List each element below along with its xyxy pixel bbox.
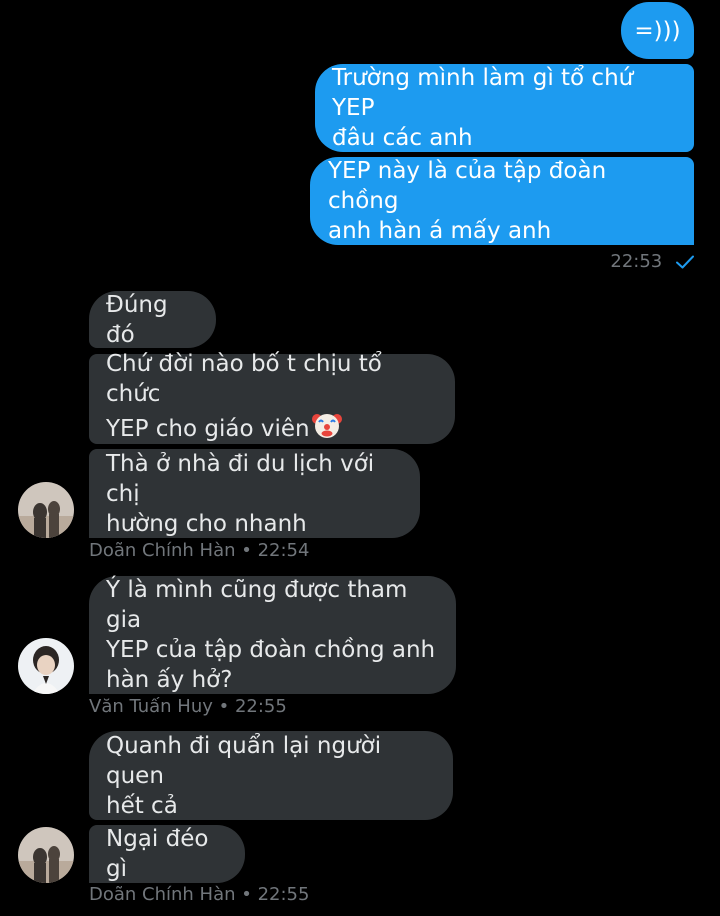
message-text: =))) <box>634 17 681 44</box>
message-text: Đúng đó <box>106 291 168 348</box>
outgoing-message-bubble[interactable]: =))) <box>621 2 694 59</box>
avatar-icon <box>18 482 74 538</box>
incoming-message-bubble[interactable]: Thà ở nhà đi du lịch với chị hường cho n… <box>89 449 420 538</box>
outgoing-timestamp-row: 22:53 <box>610 251 694 273</box>
incoming-message-bubble[interactable]: Ngại đéo gì <box>89 825 245 883</box>
message-text: Trường mình làm gì tổ chứ YEP đâu các an… <box>332 65 634 151</box>
clown-face-icon <box>311 409 343 449</box>
message-text: Chứ đời nào bố t chịu tổ chức YEP cho gi… <box>106 349 438 449</box>
outgoing-message-bubble[interactable]: YEP này là của tập đoàn chồng anh hàn á … <box>310 157 694 245</box>
avatar-icon <box>18 827 74 883</box>
sender-meta: Văn Tuấn Huy • 22:55 <box>89 696 287 717</box>
avatar[interactable] <box>18 638 74 694</box>
incoming-message-bubble[interactable]: Ý là mình cũng được tham gia YEP của tập… <box>89 576 456 694</box>
sender-meta: Doãn Chính Hàn • 22:55 <box>89 884 310 905</box>
message-text: Thà ở nhà đi du lịch với chị hường cho n… <box>106 450 375 537</box>
avatar[interactable] <box>18 482 74 538</box>
message-text: Ngại đéo gì <box>106 826 209 882</box>
message-text: Ý là mình cũng được tham gia YEP của tập… <box>106 577 436 693</box>
message-timestamp: 22:53 <box>610 251 663 272</box>
sender-meta: Doãn Chính Hàn • 22:54 <box>89 540 310 561</box>
message-text: Quanh đi quẩn lại người quen hết cả <box>106 732 382 819</box>
message-text: YEP này là của tập đoàn chồng anh hàn á … <box>328 158 607 244</box>
read-check-icon <box>676 255 694 269</box>
incoming-message-bubble[interactable]: Đúng đó <box>89 291 216 348</box>
outgoing-message-bubble[interactable]: Trường mình làm gì tổ chứ YEP đâu các an… <box>315 64 694 152</box>
avatar-icon <box>18 638 74 694</box>
incoming-message-bubble[interactable]: Quanh đi quẩn lại người quen hết cả <box>89 731 453 820</box>
incoming-message-bubble[interactable]: Chứ đời nào bố t chịu tổ chức YEP cho gi… <box>89 351 455 444</box>
avatar[interactable] <box>18 827 74 883</box>
